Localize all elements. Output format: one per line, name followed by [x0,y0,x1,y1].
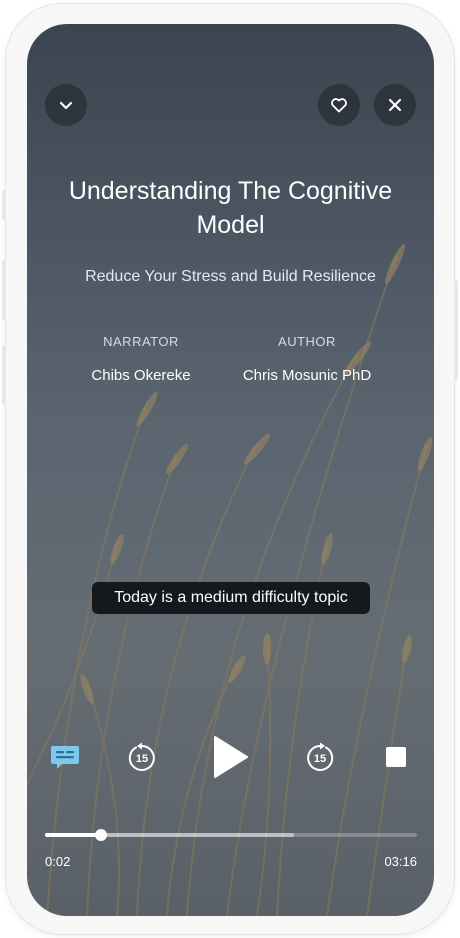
session-title: Understanding The Cognitive Model [68,177,393,239]
difficulty-tooltip: Today is a medium difficulty topic [92,582,370,614]
heart-icon [331,98,347,113]
narrator-label: NARRATOR [103,334,179,349]
close-icon [388,98,402,112]
progress-thumb[interactable] [94,829,107,841]
captions-button[interactable] [49,741,81,773]
forward-seconds: 15 [314,753,326,765]
play-button[interactable] [207,732,253,782]
stop-button[interactable] [383,744,409,770]
forward-15-button[interactable]: 15 [303,740,337,774]
chevron-down-icon [59,101,73,110]
narrator-name: Chibs Okereke [91,367,191,384]
captions-icon [51,746,79,769]
play-icon [214,736,248,778]
player-screen: Understanding The Cognitive Model Reduce… [27,24,434,916]
phone-side-button [2,260,6,320]
rewind-15-icon: 15 [128,742,155,771]
session-subtitle: Reduce Your Stress and Build Resilience [85,268,376,285]
stop-icon [386,747,406,767]
phone-side-button [454,280,458,380]
rewind-seconds: 15 [136,753,148,765]
rewind-15-button[interactable]: 15 [125,740,159,774]
forward-15-icon: 15 [307,742,334,771]
progress-played [45,833,101,837]
favorite-button[interactable] [318,84,360,126]
phone-side-button [2,345,6,405]
author-name: Chris Mosunic PhD [242,367,372,384]
progress-bar[interactable] [45,829,417,841]
elapsed-time: 0:02 [45,854,71,869]
close-button[interactable] [374,84,416,126]
phone-side-button [2,190,6,220]
total-time: 03:16 [384,854,417,869]
background-image [27,243,433,916]
author-label: AUTHOR [278,334,336,349]
collapse-button[interactable] [45,84,87,126]
